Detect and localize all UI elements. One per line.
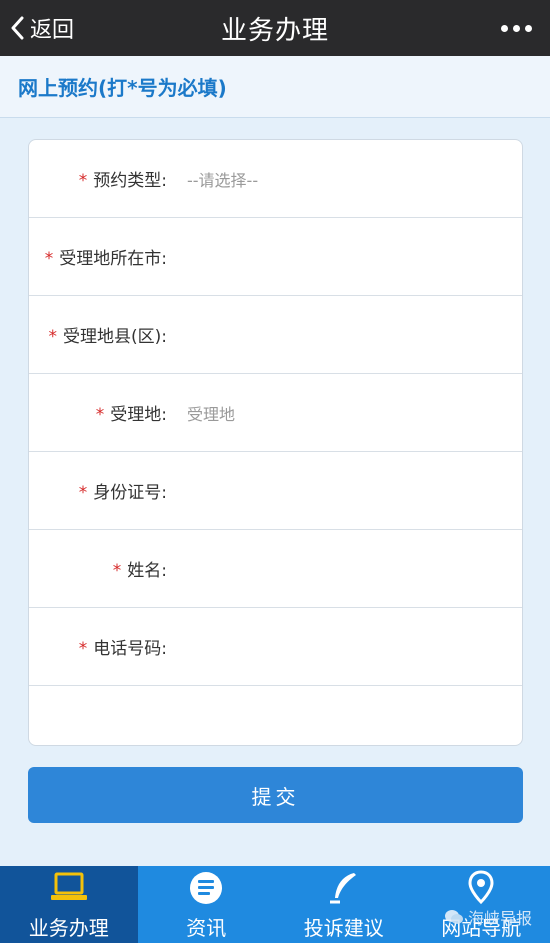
label-text: 受理地:: [110, 405, 167, 425]
label-text: 姓名:: [127, 561, 167, 581]
required-mark: *: [112, 561, 122, 581]
chevron-left-icon: [11, 16, 24, 40]
appointment-type-select[interactable]: --请选择--: [187, 159, 522, 199]
back-button[interactable]: 返回: [10, 0, 74, 56]
laptop-icon: [50, 872, 87, 900]
field-label: * 预约类型:: [29, 166, 167, 191]
watermark-text: 海峡导报: [467, 909, 532, 928]
form-row-empty: [29, 686, 522, 743]
field-label: * 受理地所在市:: [29, 244, 167, 269]
form-row-id-number: * 身份证号:: [29, 452, 522, 530]
label-text: 电话号码:: [93, 639, 167, 659]
tab-label: 业务办理: [28, 916, 109, 940]
back-label: 返回: [30, 18, 75, 43]
required-mark: *: [44, 249, 54, 269]
id-number-input[interactable]: [187, 471, 522, 511]
section-header: 网上预约(打*号为必填): [0, 56, 550, 118]
label-text: 受理地所在市:: [59, 249, 167, 269]
required-mark: *: [78, 171, 88, 191]
top-bar: 返回 业务办理: [0, 0, 550, 56]
field-label: * 受理地:: [29, 400, 167, 425]
tab-complaints[interactable]: 投诉建议: [275, 866, 413, 943]
form-row-location: * 受理地: 受理地: [29, 374, 522, 452]
location-select[interactable]: 受理地: [187, 393, 522, 433]
phone-input[interactable]: [187, 627, 522, 667]
page-title: 业务办理: [220, 15, 329, 46]
more-dots-icon: [501, 24, 508, 32]
required-mark: *: [95, 405, 105, 425]
field-label: * 受理地县(区):: [29, 322, 168, 347]
tab-news[interactable]: 资讯: [138, 866, 276, 943]
section-title: 网上预约(打*号为必填): [18, 76, 227, 100]
tab-label: 投诉建议: [303, 916, 384, 940]
name-input[interactable]: [187, 549, 522, 589]
form-row-city: * 受理地所在市:: [29, 218, 522, 296]
required-mark: *: [78, 483, 88, 503]
watermark: 海峡导报: [444, 905, 532, 929]
tab-business[interactable]: 业务办理: [0, 866, 138, 943]
more-dot: [513, 24, 520, 32]
county-select[interactable]: [187, 315, 522, 355]
tab-label: 资讯: [186, 916, 227, 940]
form-row-name: * 姓名:: [29, 530, 522, 608]
appointment-form: * 预约类型: --请选择-- * 受理地所在市: * 受理地县(区): * 受理地: …: [28, 139, 523, 746]
label-text: 身份证号:: [93, 483, 167, 503]
news-icon: [190, 872, 223, 904]
label-text: 预约类型:: [93, 171, 167, 191]
more-dot: [525, 24, 532, 32]
form-row-phone: * 电话号码:: [29, 608, 522, 686]
feather-pen-icon: [329, 873, 356, 904]
field-label: * 姓名:: [29, 556, 167, 581]
label-text: 受理地县(区):: [63, 327, 167, 347]
form-row-county: * 受理地县(区):: [29, 296, 522, 374]
more-options-button[interactable]: [501, 0, 532, 56]
form-row-appointment-type: * 预约类型: --请选择--: [29, 140, 522, 218]
submit-button[interactable]: 提交: [28, 767, 523, 823]
required-mark: *: [48, 327, 58, 347]
required-mark: *: [78, 639, 88, 659]
field-label: * 身份证号:: [29, 478, 167, 503]
field-label: * 电话号码:: [29, 634, 167, 659]
city-select[interactable]: [187, 237, 522, 277]
wechat-icon: [444, 910, 463, 924]
location-pin-icon: [468, 870, 494, 905]
